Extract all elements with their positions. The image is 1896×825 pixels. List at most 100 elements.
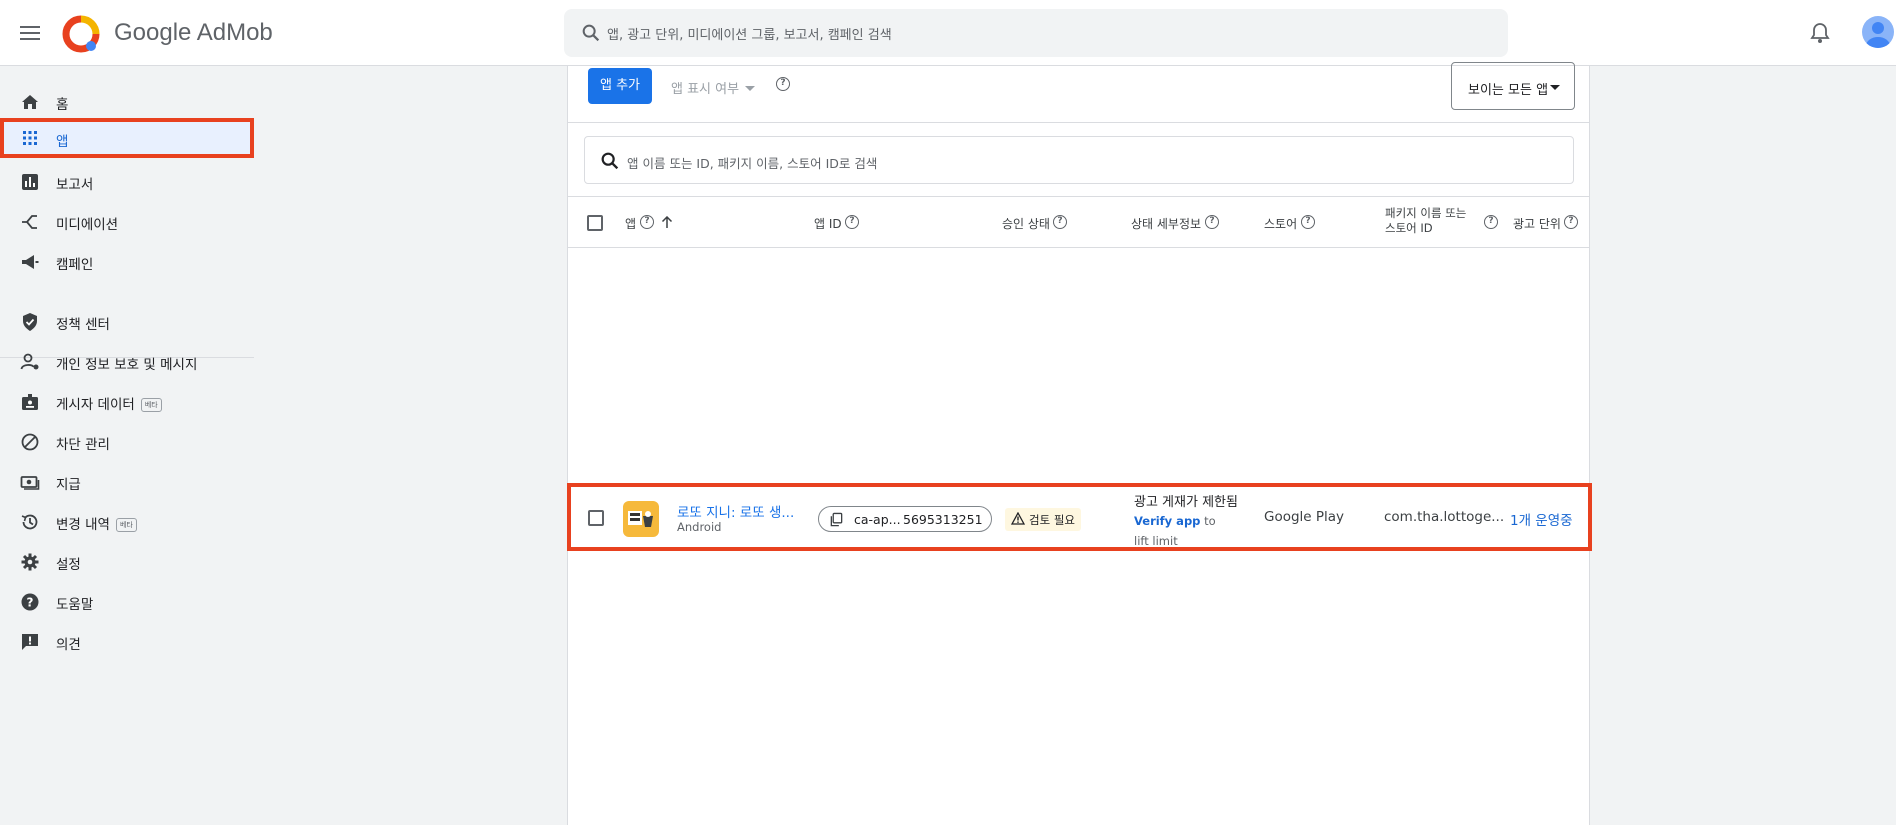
column-header-app-id: 앱 ID (814, 217, 842, 231)
help-circle-icon[interactable]: ? (640, 215, 654, 229)
apps-card: 앱 추가 앱 표시 여부 ? 보이는 모든 앱 앱 이름 또는 ID, 패키지 … (567, 62, 1592, 825)
help-circle-icon[interactable]: ? (1301, 215, 1315, 229)
package-name: com.tha.lottoge... (1384, 509, 1505, 525)
search-icon (601, 152, 619, 170)
sort-ascending-icon[interactable] (661, 216, 673, 229)
sidebar-item-privacy-messaging[interactable]: 개인 정보 보호 및 메시지 (0, 342, 254, 382)
visible-apps-label: 보이는 모든 앱 (1468, 83, 1549, 98)
sidebar-item-label: 보고서 (56, 177, 94, 193)
svg-text:?: ? (27, 596, 34, 610)
search-icon (582, 24, 600, 42)
apps-grid-icon (23, 131, 37, 145)
sidebar-item-label: 캠페인 (56, 257, 94, 273)
column-header-package: 패키지 이름 또는 스토어 ID (1385, 206, 1467, 235)
sidebar-item-feedback[interactable]: 의견 (0, 622, 254, 662)
app-id-prefix: ca-ap... (854, 512, 901, 527)
app-visibility-label: 앱 표시 여부 (671, 82, 740, 97)
sidebar-nav: 홈 앱 보고서 미디에이션 캠페인 정책 센터 개인 정보 보호 및 메시지 게… (0, 66, 256, 825)
sidebar-item-blocking-controls[interactable]: 차단 관리 (0, 422, 254, 462)
select-all-checkbox[interactable] (587, 215, 603, 231)
caret-down-icon (1550, 85, 1560, 90)
notifications-bell-icon[interactable] (1808, 21, 1832, 45)
sidebar-item-settings[interactable]: 설정 (0, 542, 254, 582)
verify-app-link[interactable]: Verify app (1134, 514, 1200, 528)
megaphone-icon (22, 255, 39, 269)
global-search-input[interactable]: 앱, 광고 단위, 미디에이션 그룹, 보고서, 캠페인 검색 (564, 9, 1508, 57)
bar-chart-icon (22, 174, 38, 190)
help-circle-icon[interactable]: ? (1564, 215, 1578, 229)
table-header: 앱 ? 앱 ID ? 승인 상태 ? 상태 세부정보 ? 스토어 ? 패키지 이… (568, 196, 1589, 248)
shield-check-icon (23, 313, 37, 331)
status-detail-title: 광고 게재가 제한됨 (1134, 495, 1238, 510)
sidebar-item-label: 홈 (56, 97, 69, 113)
table-row[interactable]: 로또 지니: 로또 생... Android ca-ap... 56953132… (567, 483, 1592, 551)
approval-status-badge: 검토 필요 (1005, 508, 1081, 531)
approval-status-label: 검토 필요 (1029, 513, 1075, 527)
app-id-suffix: 5695313251 (903, 512, 983, 527)
store-name: Google Play (1264, 509, 1345, 525)
sidebar-item-label: 미디에이션 (56, 217, 119, 233)
status-detail-text: Verify app to lift limit (1134, 511, 1234, 551)
block-icon (21, 433, 39, 451)
add-app-button[interactable]: 앱 추가 (588, 68, 652, 104)
person-settings-icon (20, 353, 39, 370)
help-circle-icon[interactable]: ? (1053, 215, 1067, 229)
payments-icon (20, 476, 40, 490)
account-avatar[interactable] (1862, 16, 1894, 48)
search-placeholder: 앱, 광고 단위, 미디에이션 그룹, 보고서, 캠페인 검색 (607, 28, 892, 43)
app-name-link[interactable]: 로또 지니: 로또 생... (677, 501, 794, 521)
column-header-approval: 승인 상태 (1002, 217, 1050, 231)
caret-down-icon (745, 86, 756, 91)
help-circle-icon[interactable]: ? (776, 77, 790, 91)
sidebar-item-campaigns[interactable]: 캠페인 (0, 242, 254, 282)
top-app-bar: Google AdMob 앱, 광고 단위, 미디에이션 그룹, 보고서, 캠페… (0, 0, 1896, 66)
sidebar-item-label: 정책 센터 (56, 317, 110, 333)
sidebar-item-help[interactable]: ? 도움말 (0, 582, 254, 622)
app-search-placeholder: 앱 이름 또는 ID, 패키지 이름, 스토어 ID로 검색 (627, 156, 878, 171)
ad-units-link[interactable]: 1개 운영중 (1510, 509, 1573, 529)
sidebar-item-payments[interactable]: 지급 (0, 462, 254, 502)
help-circle-icon[interactable]: ? (1484, 215, 1498, 229)
column-header-app[interactable]: 앱 (625, 215, 636, 232)
help-circle-icon[interactable]: ? (1205, 215, 1219, 229)
brand-name: Google AdMob (114, 19, 273, 46)
sidebar-item-apps[interactable]: 앱 (0, 118, 254, 158)
gear-icon (21, 553, 39, 571)
sidebar-item-label: 개인 정보 보호 및 메시지 (56, 357, 198, 373)
help-circle-icon[interactable]: ? (845, 215, 859, 229)
app-id-chip[interactable]: ca-ap... 5695313251 (818, 506, 992, 532)
home-icon (22, 95, 38, 109)
sidebar-item-label: 차단 관리 (56, 437, 110, 453)
visible-apps-select[interactable]: 보이는 모든 앱 (1451, 62, 1575, 110)
sidebar-item-reports[interactable]: 보고서 (0, 162, 254, 202)
column-header-store: 스토어 (1264, 217, 1298, 231)
sidebar-item-home[interactable]: 홈 (0, 82, 254, 122)
copy-icon[interactable] (829, 512, 844, 527)
sidebar-item-label: 앱 (56, 134, 69, 150)
help-icon: ? (21, 593, 39, 611)
feedback-icon (22, 634, 38, 650)
sidebar-item-label: 의견 (56, 637, 81, 653)
lotto-app-icon (628, 511, 653, 527)
user-silhouette-icon (1866, 22, 1890, 48)
sidebar-item-change-history[interactable]: 변경 내역 베타 (0, 502, 254, 542)
sidebar-item-mediation[interactable]: 미디에이션 (0, 202, 254, 242)
warning-icon (1011, 512, 1025, 525)
column-header-ad-units: 광고 단위 (1513, 217, 1561, 231)
app-platform: Android (677, 520, 722, 534)
app-search-input[interactable]: 앱 이름 또는 ID, 패키지 이름, 스토어 ID로 검색 (584, 136, 1574, 184)
history-icon (21, 514, 38, 530)
beta-badge: 베타 (140, 398, 162, 412)
app-visibility-dropdown[interactable]: 앱 표시 여부 (671, 78, 756, 97)
badge-icon (22, 394, 38, 410)
sidebar-item-policy-center[interactable]: 정책 센터 (0, 302, 254, 342)
apps-toolbar: 앱 추가 앱 표시 여부 ? 보이는 모든 앱 (568, 62, 1589, 123)
hamburger-menu-icon[interactable] (18, 22, 42, 46)
admob-logo-icon (62, 15, 100, 53)
sidebar-item-label: 변경 내역 베타 (56, 513, 137, 533)
row-checkbox[interactable] (588, 510, 604, 526)
sidebar-item-label: 지급 (56, 477, 81, 493)
sidebar-item-label: 설정 (56, 557, 81, 573)
sidebar-item-publisher-data[interactable]: 게시자 데이터 베타 (0, 382, 254, 422)
app-icon (623, 501, 659, 537)
